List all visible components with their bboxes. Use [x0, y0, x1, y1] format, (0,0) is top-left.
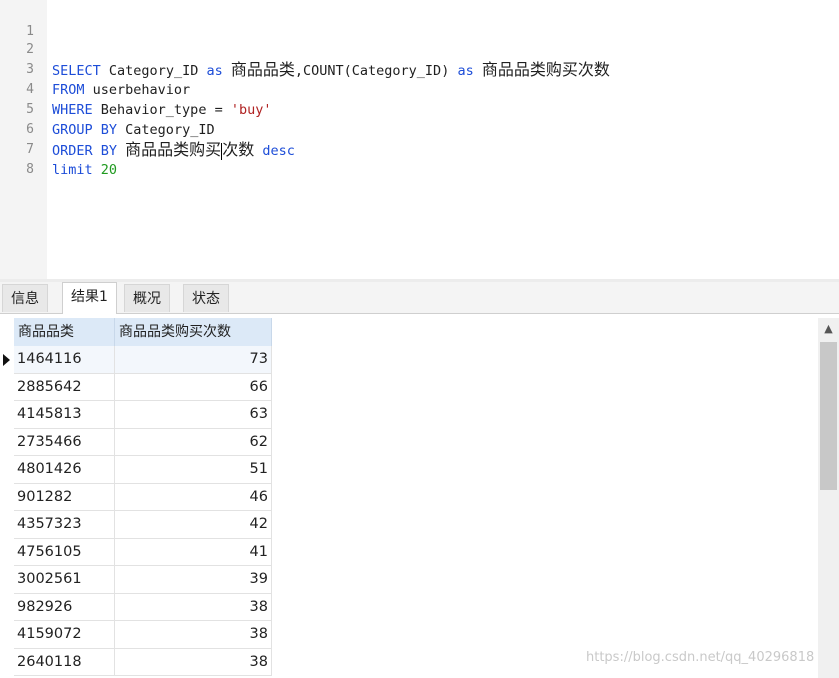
keyword-from: FROM [52, 82, 85, 98]
cell-buy-count[interactable]: 39 [115, 566, 272, 594]
cell-category-id[interactable]: 4357323 [14, 511, 115, 539]
table-row[interactable]: 982926 38 [0, 593, 272, 621]
keyword-select: SELECT [52, 63, 101, 79]
scroll-up-icon[interactable]: ▲ [818, 318, 839, 340]
tab-status[interactable]: 状态 [183, 284, 229, 312]
number-literal: 20 [100, 162, 118, 178]
alias: 次数 [222, 140, 255, 159]
field-name: Behavior_type [100, 102, 207, 118]
table-row[interactable]: 4801426 51 [0, 456, 272, 484]
cell-category-id[interactable]: 4145813 [14, 401, 115, 429]
table-row[interactable]: 4756105 41 [0, 538, 272, 566]
editor-line-8: 8 [0, 140, 34, 177]
cell-buy-count[interactable]: 73 [115, 346, 272, 374]
cell-buy-count[interactable]: 41 [115, 538, 272, 566]
table-row[interactable]: 4145813 63 [0, 401, 272, 429]
result-tabbar: 信息 结果1 概况 状态 [0, 282, 839, 314]
cell-buy-count[interactable]: 38 [115, 648, 272, 676]
keyword-where: WHERE [52, 102, 93, 118]
current-row-indicator-icon [3, 354, 10, 366]
line-number: 8 [26, 162, 34, 177]
cell-buy-count[interactable]: 38 [115, 593, 272, 621]
keyword-order-by: ORDER BY [52, 143, 118, 159]
alias: 商品品类 [230, 60, 295, 79]
tab-info[interactable]: 信息 [2, 284, 48, 312]
cell-category-id[interactable]: 4801426 [14, 456, 115, 484]
cell-category-id[interactable]: 901282 [14, 483, 115, 511]
table-name: userbehavior [92, 82, 191, 98]
editor-line-6: 6 ORDER BY 商品品类购买次数 desc [0, 100, 295, 160]
cell-buy-count[interactable]: 42 [115, 511, 272, 539]
cell-category-id[interactable]: 3002561 [14, 566, 115, 594]
table-row[interactable]: 4159072 38 [0, 621, 272, 649]
cell-category-id[interactable]: 2640118 [14, 648, 115, 676]
table-row[interactable]: 2735466 62 [0, 428, 272, 456]
count-expr: ,COUNT(Category_ID) [294, 63, 450, 79]
alias: 商品品类购买 [125, 140, 222, 159]
column-header-category[interactable]: 商品品类 [14, 318, 115, 346]
editor-line-5: 5 GROUP BY Category_ID [0, 80, 214, 138]
cell-category-id[interactable]: 4159072 [14, 621, 115, 649]
cell-category-id[interactable]: 4756105 [14, 538, 115, 566]
string-literal: 'buy' [230, 102, 272, 118]
table-row[interactable]: 2640118 38 [0, 648, 272, 676]
cell-buy-count[interactable]: 66 [115, 373, 272, 401]
cell-buy-count[interactable]: 51 [115, 456, 272, 484]
editor-line-3: 3 FROM userbehavior [0, 40, 190, 98]
table-row[interactable]: 2885642 66 [0, 373, 272, 401]
table-row[interactable]: 901282 46 [0, 483, 272, 511]
tab-result-1[interactable]: 结果1 [62, 282, 117, 314]
cell-buy-count[interactable]: 38 [115, 621, 272, 649]
operator: = [206, 102, 231, 118]
editor-line-1: 1 [0, 2, 34, 39]
scrollbar-thumb[interactable] [820, 342, 837, 490]
table-row[interactable]: 1464116 73 [0, 346, 272, 374]
tab-overview[interactable]: 概况 [124, 284, 170, 312]
sql-editor[interactable]: 1 2 SELECT Category_ID as 商品品类,COUNT(Cat… [0, 0, 839, 280]
cell-category-id[interactable]: 1464116 [14, 346, 115, 374]
column-name: Category_ID [108, 63, 199, 79]
cell-buy-count[interactable]: 46 [115, 483, 272, 511]
vertical-scrollbar[interactable]: ▲ [818, 318, 839, 678]
keyword-limit: limit [52, 162, 93, 178]
cell-category-id[interactable]: 2735466 [14, 428, 115, 456]
editor-line-7: 7 limit 20 [0, 120, 117, 178]
column-header-buy-count[interactable]: 商品品类购买次数 [115, 318, 272, 346]
alias: 商品品类购买次数 [481, 60, 610, 79]
cell-buy-count[interactable]: 63 [115, 401, 272, 429]
table-row[interactable]: 4357323 42 [0, 511, 272, 539]
keyword-desc: desc [262, 143, 295, 159]
keyword-as: as [206, 63, 223, 79]
cell-category-id[interactable]: 2885642 [14, 373, 115, 401]
field-name: Category_ID [125, 122, 215, 138]
cell-buy-count[interactable]: 62 [115, 428, 272, 456]
cell-category-id[interactable]: 982926 [14, 593, 115, 621]
editor-line-4: 4 WHERE Behavior_type = 'buy' [0, 60, 271, 118]
editor-line-2: 2 SELECT Category_ID as 商品品类,COUNT(Categ… [0, 20, 610, 79]
watermark: https://blog.csdn.net/qq_40296818 [586, 650, 815, 665]
keyword-group-by: GROUP BY [52, 122, 118, 138]
table-row[interactable]: 3002561 39 [0, 566, 272, 594]
keyword-as: as [457, 63, 474, 79]
